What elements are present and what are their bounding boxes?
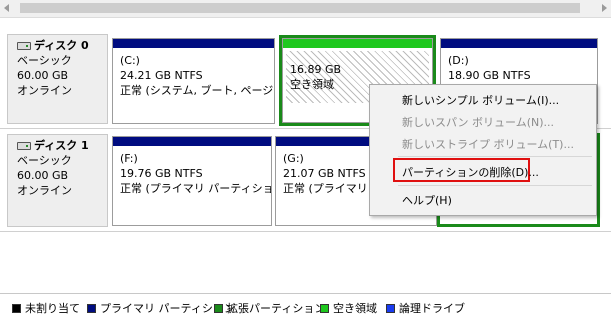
legend-label: 拡張パーティション	[227, 302, 326, 315]
scrollbar-thumb[interactable]	[20, 3, 580, 13]
partition-size: 16.89 GB	[290, 63, 342, 76]
primary-partition-bar	[441, 39, 597, 48]
menu-item-delete-partition[interactable]: パーティションの削除(D)...	[402, 164, 539, 180]
horizontal-scrollbar[interactable]	[0, 0, 611, 18]
partition-drive: (D:)	[448, 54, 469, 67]
scroll-left-arrow-icon[interactable]	[4, 4, 9, 12]
partition-drive: (C:)	[120, 54, 140, 67]
partition-size: 19.76 GB NTFS	[120, 167, 203, 180]
disk-1-info[interactable]: ディスク 1 ベーシック 60.00 GB オンライン	[7, 134, 108, 227]
legend-item: 拡張パーティション	[214, 300, 325, 316]
menu-divider	[398, 156, 592, 157]
legend-item: プライマリ パーティション	[87, 300, 235, 316]
legend-label: 未割り当て	[25, 302, 80, 315]
menu-item-new-spanned-volume[interactable]: 新しいスパン ボリューム(N)...	[402, 114, 554, 130]
partition-size: 24.21 GB NTFS	[120, 69, 203, 82]
legend-swatch	[320, 303, 329, 313]
disk-size: 60.00 GB	[17, 169, 69, 182]
scroll-right-arrow-icon[interactable]	[602, 4, 607, 12]
disk-drive-icon	[17, 141, 31, 150]
partition-status: 正常 (システム, ブート, ページ ファ	[120, 84, 274, 97]
legend-swatch	[214, 303, 223, 313]
partition-drive: (F:)	[120, 152, 138, 165]
legend-item: 論理ドライブ	[386, 300, 465, 316]
disk-0-info[interactable]: ディスク 0 ベーシック 60.00 GB オンライン	[7, 34, 108, 124]
disk-size: 60.00 GB	[17, 69, 69, 82]
disk-type: ベーシック	[17, 154, 72, 167]
legend-label: 空き領域	[333, 302, 377, 315]
partition-status: 正常 (プライマリ パーティション)	[120, 182, 271, 195]
menu-item-new-striped-volume[interactable]: 新しいストライプ ボリューム(T)...	[402, 136, 574, 152]
partition-size: 18.90 GB NTFS	[448, 69, 531, 82]
primary-partition-bar	[113, 39, 274, 48]
legend-swatch	[12, 303, 21, 313]
legend-item: 未割り当て	[12, 300, 80, 316]
legend-label: 論理ドライブ	[399, 302, 465, 315]
disk-drive-icon	[17, 41, 31, 50]
menu-divider	[398, 185, 592, 186]
disk-name: ディスク 1	[34, 139, 89, 152]
disk-status: オンライン	[17, 184, 72, 197]
partition-f[interactable]: (F:) 19.76 GB NTFS 正常 (プライマリ パーティション)	[112, 136, 272, 226]
context-menu: 新しいシンプル ボリューム(I)... 新しいスパン ボリューム(N)... 新…	[369, 84, 597, 216]
free-space-bar	[283, 39, 432, 48]
disk-type: ベーシック	[17, 54, 72, 67]
disk-name: ディスク 0	[34, 39, 89, 52]
primary-partition-bar	[113, 137, 271, 146]
partition-c[interactable]: (C:) 24.21 GB NTFS 正常 (システム, ブート, ページ ファ	[112, 38, 275, 124]
legend-bar: 未割り当て プライマリ パーティション 拡張パーティション 空き領域 論理ドライ…	[0, 293, 611, 321]
legend-item: 空き領域	[320, 300, 377, 316]
menu-item-help[interactable]: ヘルプ(H)	[402, 192, 452, 208]
disk-status: オンライン	[17, 84, 72, 97]
legend-swatch	[87, 303, 96, 313]
legend-swatch	[386, 303, 395, 313]
menu-item-new-simple-volume[interactable]: 新しいシンプル ボリューム(I)...	[402, 92, 559, 108]
row-divider	[0, 231, 611, 232]
